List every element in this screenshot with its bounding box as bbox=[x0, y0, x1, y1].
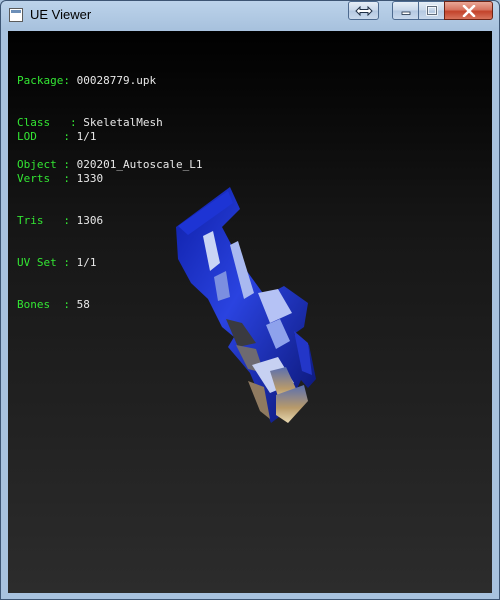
minimize-button[interactable] bbox=[392, 1, 419, 20]
maximize-button[interactable] bbox=[418, 1, 445, 20]
double-arrow-icon bbox=[354, 5, 373, 16]
maximize-icon bbox=[425, 5, 438, 16]
close-button[interactable] bbox=[444, 1, 493, 20]
app-icon bbox=[9, 8, 23, 22]
close-icon bbox=[462, 4, 475, 17]
minimize-icon bbox=[401, 11, 410, 15]
window-bottom-border bbox=[8, 593, 492, 599]
title-bar[interactable]: UE Viewer bbox=[1, 1, 499, 31]
window-title: UE Viewer bbox=[30, 7, 92, 22]
resize-toggle-button[interactable] bbox=[348, 1, 379, 20]
ue-viewer-window: UE Viewer Package: 00028779.upk Class: … bbox=[0, 0, 500, 600]
skeletal-mesh-render bbox=[176, 187, 316, 423]
viewport[interactable]: Package: 00028779.upk Class : SkeletalMe… bbox=[8, 31, 492, 593]
